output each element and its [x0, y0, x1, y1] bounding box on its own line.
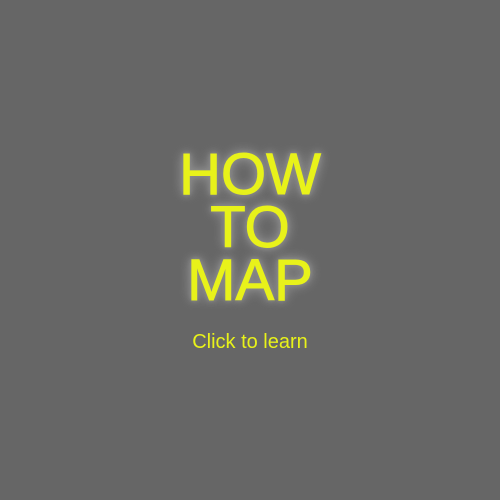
title-line-map[interactable]: MAP — [0, 251, 500, 310]
click-to-learn-prompt[interactable]: Click to learn — [0, 330, 500, 354]
intro-screen[interactable]: HOW TO MAP Click to learn — [0, 0, 500, 500]
